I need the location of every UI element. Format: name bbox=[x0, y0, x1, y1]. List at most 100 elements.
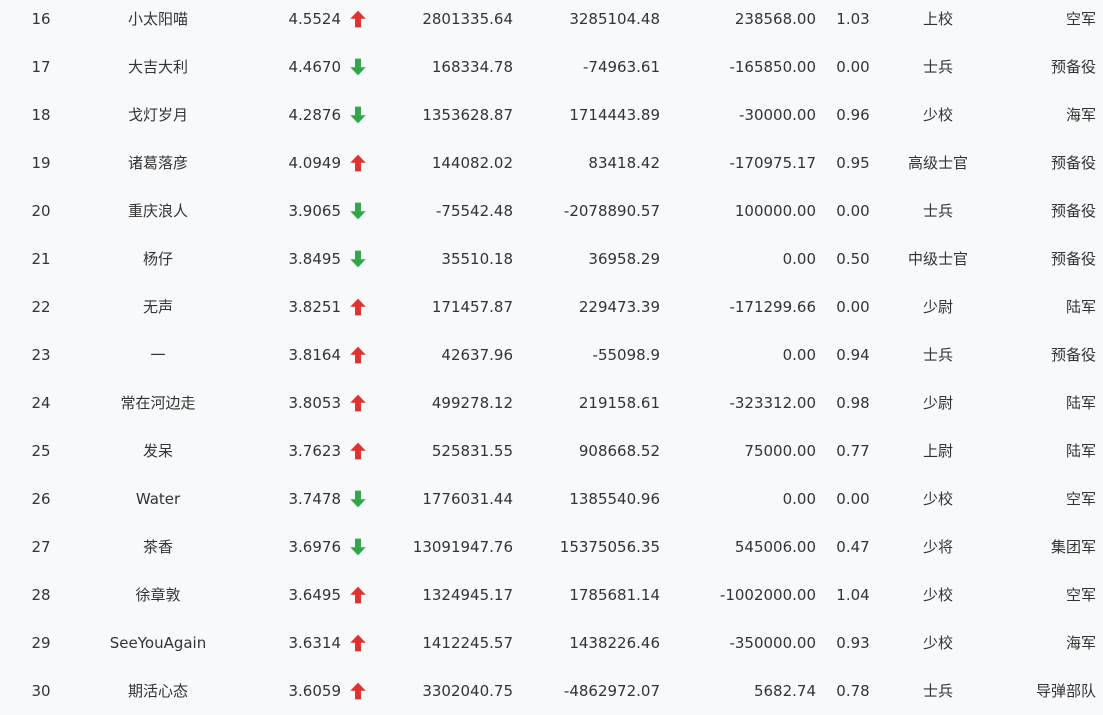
value-1-cell: 13091947.76 bbox=[412, 538, 513, 556]
ratio-cell: 0.47 bbox=[836, 538, 870, 556]
value-2-cell: 1385540.96 bbox=[569, 490, 660, 508]
rank-cell: 27 bbox=[31, 538, 51, 556]
name-cell[interactable]: 徐章敦 bbox=[78, 571, 238, 619]
arrow-down-icon bbox=[350, 58, 366, 76]
rank-cell: 28 bbox=[31, 586, 51, 604]
ratio-cell: 1.04 bbox=[836, 586, 870, 604]
trend-cell bbox=[349, 427, 367, 475]
score-cell: 3.7623 bbox=[288, 442, 342, 460]
military-rank-cell: 士兵 bbox=[922, 346, 953, 364]
name-cell[interactable]: Water bbox=[78, 475, 238, 523]
table-row: 22 无声 3.8251 171457.87 229473.39 -171299… bbox=[0, 283, 1103, 331]
value-3-cell: -171299.66 bbox=[729, 298, 816, 316]
military-rank-cell: 中级士官 bbox=[907, 250, 968, 268]
name-cell[interactable]: 茶香 bbox=[78, 523, 238, 571]
name-cell[interactable]: 杨仔 bbox=[78, 235, 238, 283]
ratio-cell: 1.03 bbox=[836, 10, 870, 28]
value-2-cell: 3285104.48 bbox=[569, 10, 660, 28]
military-rank-cell: 少校 bbox=[922, 586, 953, 604]
military-rank-cell: 少尉 bbox=[922, 394, 953, 412]
name-cell[interactable]: 小太阳喵 bbox=[78, 0, 238, 43]
value-1-cell: 3302040.75 bbox=[422, 682, 513, 700]
value-1-cell: 1776031.44 bbox=[422, 490, 513, 508]
value-1-cell: 499278.12 bbox=[431, 394, 513, 412]
table-row: 18 戈灯岁月 4.2876 1353628.87 1714443.89 -30… bbox=[0, 91, 1103, 139]
score-cell: 4.4670 bbox=[288, 58, 342, 76]
value-2-cell: -55098.9 bbox=[592, 346, 660, 364]
name-cell[interactable]: 常在河边走 bbox=[78, 379, 238, 427]
trend-cell bbox=[349, 571, 367, 619]
ratio-cell: 0.95 bbox=[836, 154, 870, 172]
trend-cell bbox=[349, 187, 367, 235]
arrow-down-icon bbox=[350, 202, 366, 220]
score-cell: 3.7478 bbox=[288, 490, 342, 508]
military-rank-cell: 少校 bbox=[922, 106, 953, 124]
arrow-up-icon bbox=[350, 634, 366, 652]
ranking-table: 16 小太阳喵 4.5524 2801335.64 3285104.48 238… bbox=[0, 0, 1103, 711]
arrow-down-icon bbox=[350, 490, 366, 508]
table-row: 19 诸葛落彦 4.0949 144082.02 83418.42 -17097… bbox=[0, 139, 1103, 187]
table-row: 27 茶香 3.6976 13091947.76 15375056.35 545… bbox=[0, 523, 1103, 571]
name-cell[interactable]: 期活心态 bbox=[78, 667, 238, 715]
table-row: 29 SeeYouAgain 3.6314 1412245.57 1438226… bbox=[0, 619, 1103, 667]
military-rank-cell: 少校 bbox=[922, 634, 953, 652]
ratio-cell: 0.00 bbox=[836, 298, 870, 316]
value-1-cell: 168334.78 bbox=[431, 58, 513, 76]
name-cell[interactable]: 发呆 bbox=[78, 427, 238, 475]
unit-cell: 海军 bbox=[1065, 634, 1096, 652]
score-cell: 4.5524 bbox=[288, 10, 342, 28]
arrow-up-icon bbox=[350, 586, 366, 604]
value-2-cell: 83418.42 bbox=[588, 154, 660, 172]
value-1-cell: -75542.48 bbox=[436, 202, 513, 220]
name-cell[interactable]: 大吉大利 bbox=[78, 43, 238, 91]
value-1-cell: 171457.87 bbox=[431, 298, 513, 316]
arrow-up-icon bbox=[350, 10, 366, 28]
value-3-cell: 238568.00 bbox=[734, 10, 816, 28]
ratio-cell: 0.93 bbox=[836, 634, 870, 652]
name-cell[interactable]: 一 bbox=[78, 331, 238, 379]
name-cell[interactable]: 重庆浪人 bbox=[78, 187, 238, 235]
value-1-cell: 1353628.87 bbox=[422, 106, 513, 124]
value-3-cell: 0.00 bbox=[782, 250, 816, 268]
table-row: 17 大吉大利 4.4670 168334.78 -74963.61 -1658… bbox=[0, 43, 1103, 91]
value-3-cell: 75000.00 bbox=[744, 442, 816, 460]
ratio-cell: 0.96 bbox=[836, 106, 870, 124]
name-cell[interactable]: 诸葛落彦 bbox=[78, 139, 238, 187]
name-cell[interactable]: 戈灯岁月 bbox=[78, 91, 238, 139]
score-cell: 4.2876 bbox=[288, 106, 342, 124]
trend-cell bbox=[349, 139, 367, 187]
trend-cell bbox=[349, 0, 367, 43]
military-rank-cell: 高级士官 bbox=[907, 154, 968, 172]
score-cell: 3.6059 bbox=[288, 682, 342, 700]
arrow-up-icon bbox=[350, 394, 366, 412]
name-cell[interactable]: SeeYouAgain bbox=[78, 619, 238, 667]
unit-cell: 陆军 bbox=[1065, 394, 1096, 412]
value-1-cell: 144082.02 bbox=[431, 154, 513, 172]
arrow-up-icon bbox=[350, 682, 366, 700]
value-3-cell: -170975.17 bbox=[729, 154, 816, 172]
value-1-cell: 2801335.64 bbox=[422, 10, 513, 28]
rank-cell: 17 bbox=[31, 58, 51, 76]
table-row: 30 期活心态 3.6059 3302040.75 -4862972.07 56… bbox=[0, 667, 1103, 715]
rank-cell: 19 bbox=[31, 154, 51, 172]
value-3-cell: -350000.00 bbox=[729, 634, 816, 652]
rank-cell: 25 bbox=[31, 442, 51, 460]
unit-cell: 陆军 bbox=[1065, 442, 1096, 460]
unit-cell: 空军 bbox=[1065, 10, 1096, 28]
military-rank-cell: 上校 bbox=[922, 10, 953, 28]
rank-cell: 23 bbox=[31, 346, 51, 364]
arrow-up-icon bbox=[350, 346, 366, 364]
military-rank-cell: 士兵 bbox=[922, 202, 953, 220]
table-row: 26 Water 3.7478 1776031.44 1385540.96 0.… bbox=[0, 475, 1103, 523]
table-row: 23 一 3.8164 42637.96 -55098.9 0.00 0.94 … bbox=[0, 331, 1103, 379]
value-2-cell: 229473.39 bbox=[578, 298, 660, 316]
trend-cell bbox=[349, 619, 367, 667]
arrow-up-icon bbox=[350, 154, 366, 172]
value-2-cell: -4862972.07 bbox=[563, 682, 660, 700]
ratio-cell: 0.77 bbox=[836, 442, 870, 460]
value-1-cell: 525831.55 bbox=[431, 442, 513, 460]
rank-cell: 18 bbox=[31, 106, 51, 124]
table-row: 25 发呆 3.7623 525831.55 908668.52 75000.0… bbox=[0, 427, 1103, 475]
trend-cell bbox=[349, 283, 367, 331]
name-cell[interactable]: 无声 bbox=[78, 283, 238, 331]
